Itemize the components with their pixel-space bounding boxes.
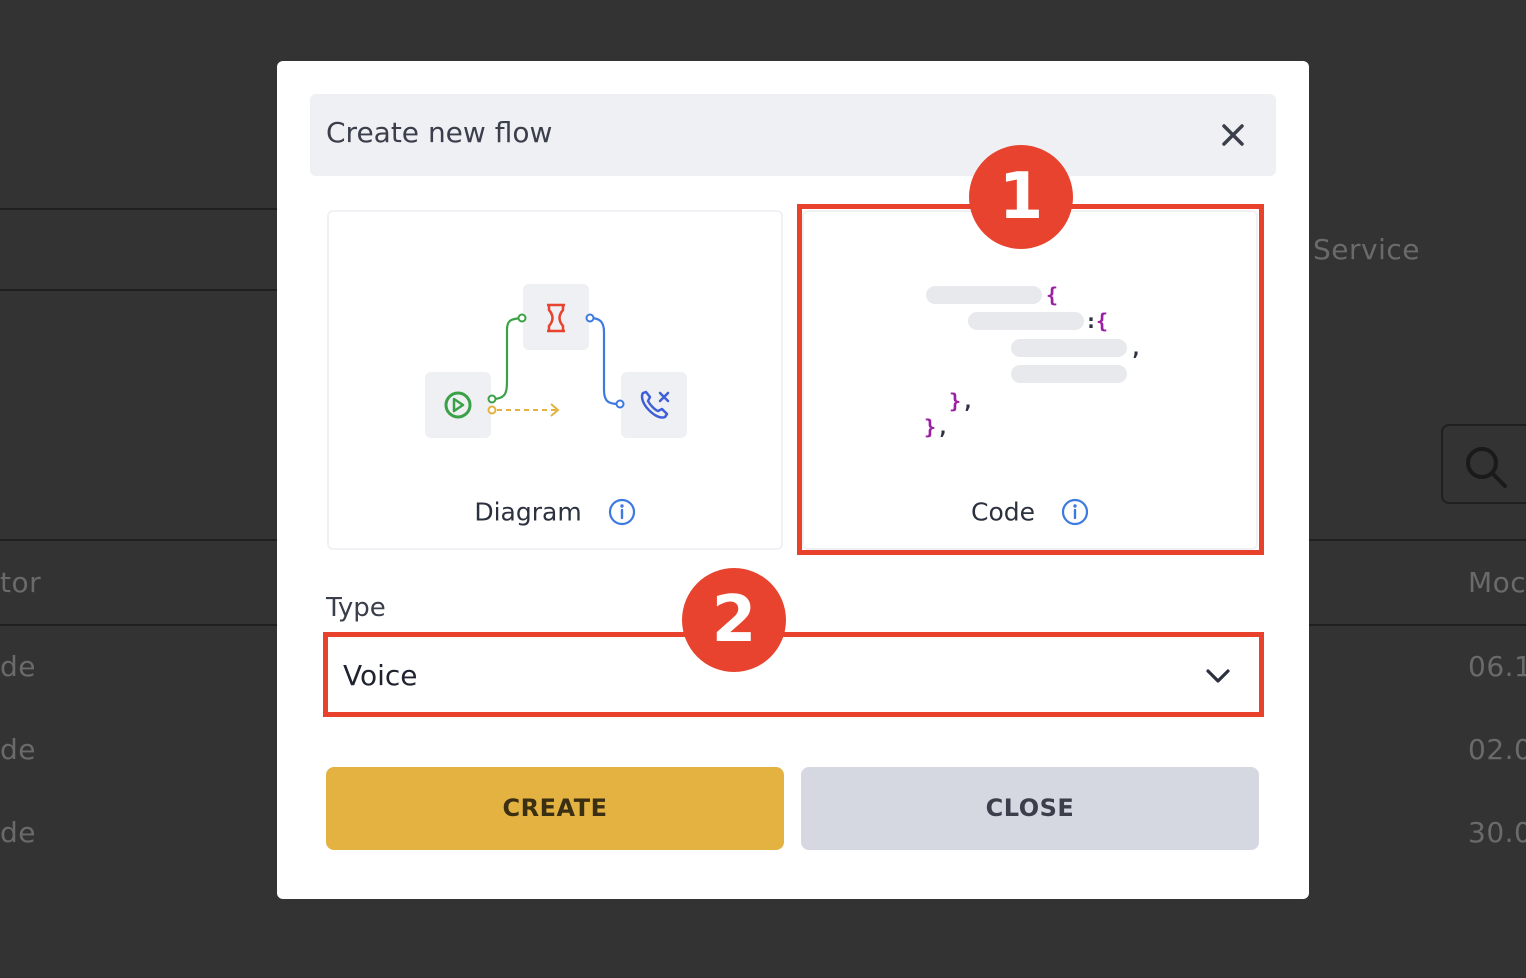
svg-text:}: } (924, 415, 936, 439)
code-option-label: Code (971, 497, 1036, 527)
svg-text:}: } (949, 389, 961, 413)
divider (0, 624, 277, 626)
table-cell: de (0, 816, 36, 849)
table-cell: 02.0 (1468, 733, 1526, 766)
table-cell: de (0, 733, 36, 766)
diagram-option-card[interactable]: Diagram (327, 210, 783, 550)
close-button[interactable]: CLOSE (801, 767, 1259, 850)
code-option-card[interactable]: { : { , } , } , Code (802, 210, 1258, 550)
divider (0, 208, 277, 210)
table-cell: 30.0 (1468, 816, 1526, 849)
divider (1309, 624, 1526, 626)
divider (1309, 539, 1526, 541)
info-icon[interactable] (608, 498, 636, 526)
create-flow-dialog: Create new flow Diagram {: {,} ,} , … (277, 61, 1309, 899)
code-illustration: { : { , } , } , (924, 283, 1142, 439)
svg-text:,: , (937, 415, 949, 439)
svg-text:{: { (1046, 283, 1058, 307)
step-badge-2: 2 (682, 568, 786, 672)
diagram-option-label: Diagram (474, 497, 582, 527)
info-icon[interactable] (1061, 498, 1089, 526)
svg-text:,: , (1130, 336, 1142, 360)
step-badge-1: 1 (969, 145, 1073, 249)
column-header-service: Service (1313, 233, 1420, 266)
type-select-value: Voice (343, 659, 418, 692)
divider (0, 539, 277, 541)
search-icon (1466, 447, 1507, 488)
type-field-label: Type (326, 593, 386, 623)
diagram-option-label-row: Diagram (329, 496, 781, 527)
close-icon[interactable] (1218, 120, 1248, 150)
code-option-label-row: Code (804, 496, 1256, 527)
dialog-title: Create new flow (326, 116, 553, 149)
diagram-illustration (425, 284, 687, 438)
column-header-modified: Moc (1468, 566, 1526, 599)
svg-text:{: { (1096, 309, 1108, 333)
create-button[interactable]: CREATE (326, 767, 784, 850)
divider (0, 289, 277, 291)
svg-text:,: , (962, 389, 974, 413)
search-button (1441, 424, 1526, 504)
table-cell: de (0, 650, 36, 683)
dialog-header: Create new flow (310, 94, 1276, 176)
table-cell: 06.1: (1468, 650, 1526, 683)
column-header-creator: tor (0, 566, 42, 599)
chevron-down-icon[interactable] (1203, 661, 1233, 691)
type-select[interactable]: Voice (329, 637, 1259, 713)
